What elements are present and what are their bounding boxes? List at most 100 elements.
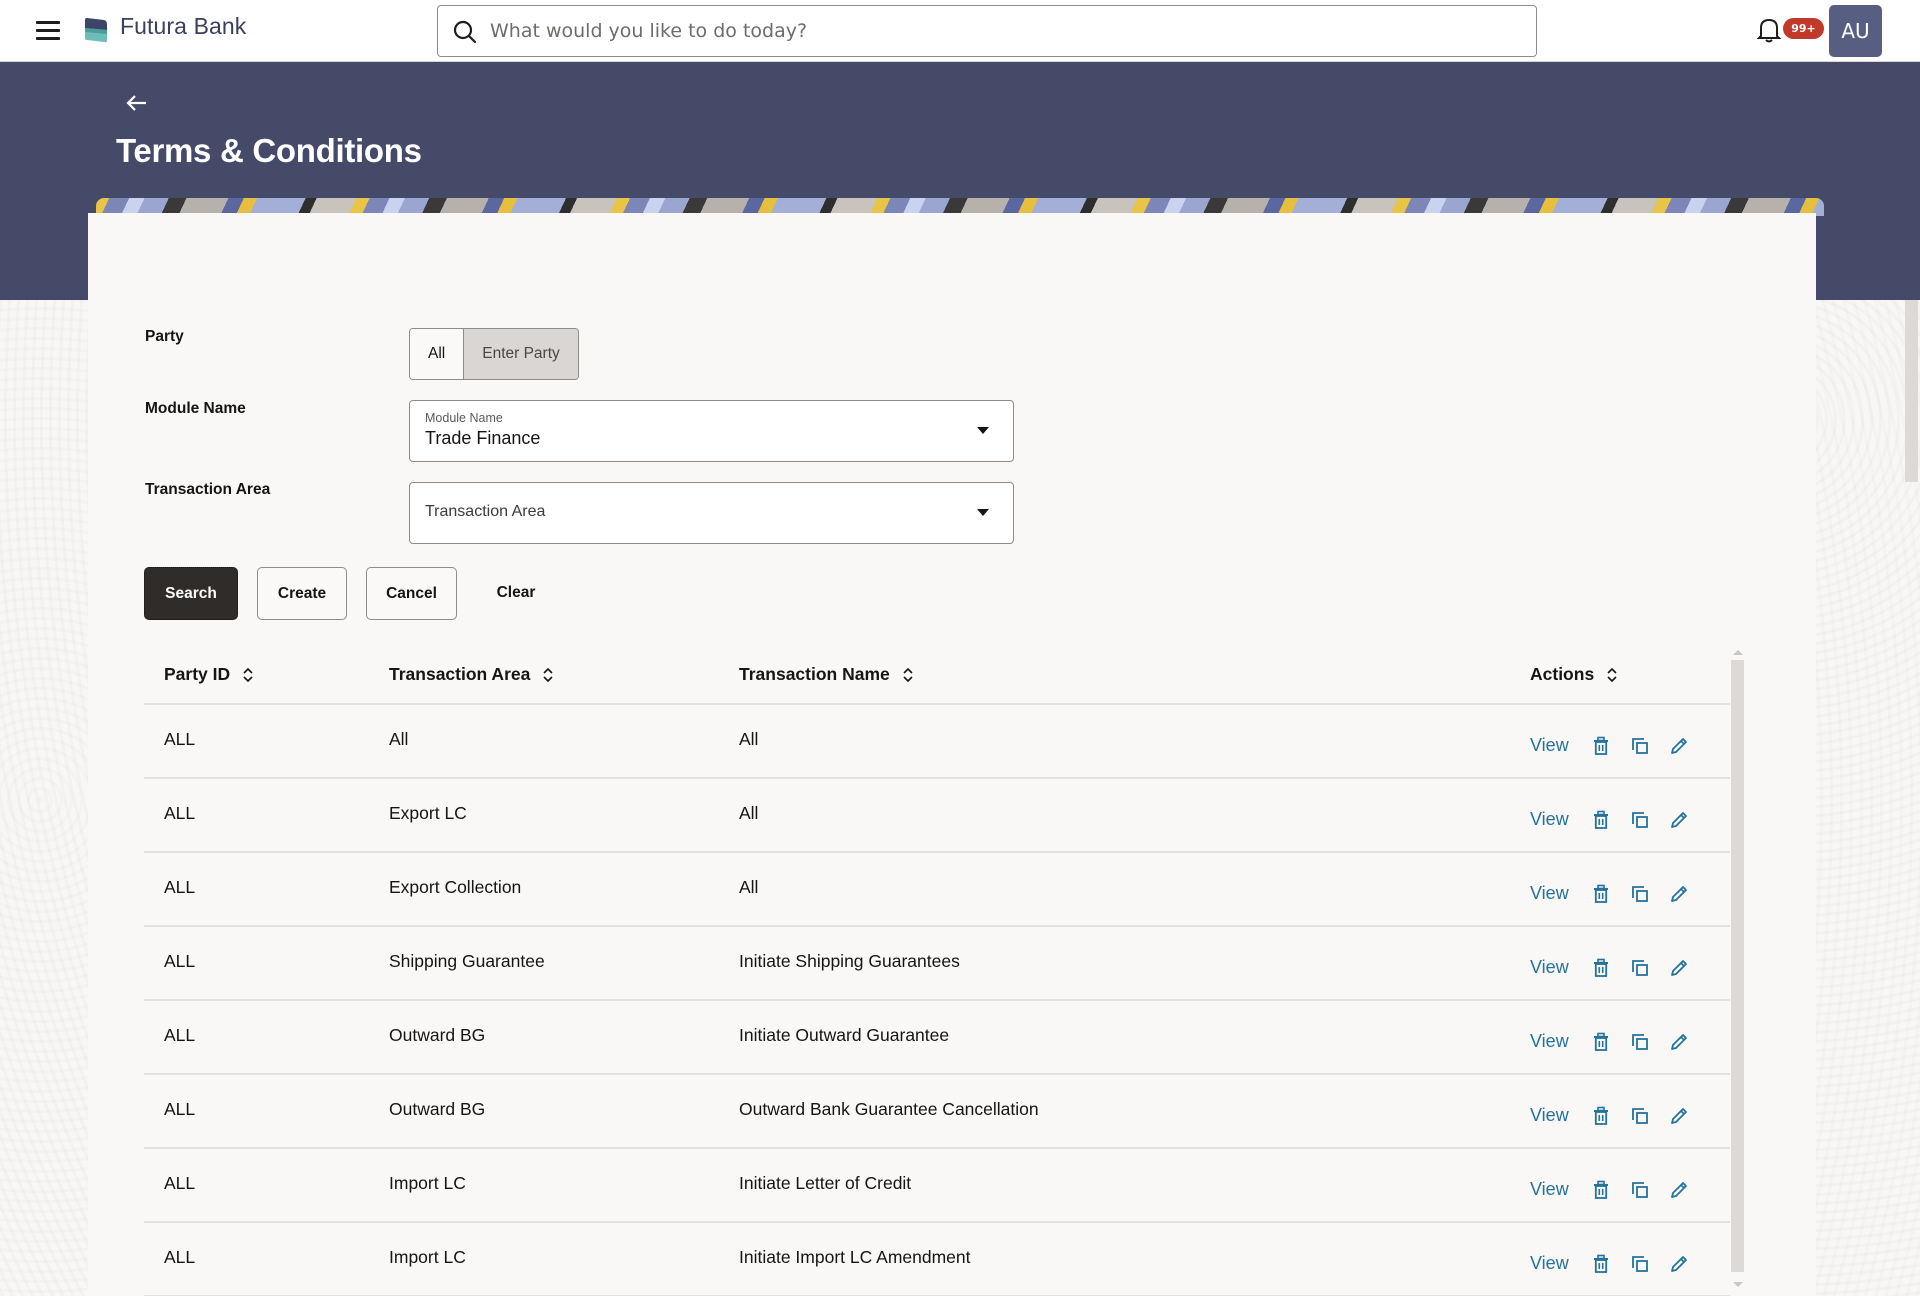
edit-pencil-icon[interactable] bbox=[1669, 1180, 1689, 1200]
row-actions: View bbox=[1530, 735, 1708, 756]
cell-party-id: ALL bbox=[164, 1025, 196, 1045]
transaction-area-select[interactable]: Transaction Area bbox=[409, 482, 1014, 544]
edit-pencil-icon[interactable] bbox=[1669, 884, 1689, 904]
global-search[interactable] bbox=[437, 5, 1537, 57]
party-toggle[interactable]: All Enter Party bbox=[409, 328, 579, 380]
search-input[interactable] bbox=[490, 6, 1520, 56]
row-actions: View bbox=[1530, 957, 1708, 978]
row-actions: View bbox=[1530, 1253, 1708, 1274]
row-actions: View bbox=[1530, 1105, 1708, 1126]
delete-icon[interactable] bbox=[1591, 1106, 1611, 1126]
copy-icon[interactable] bbox=[1630, 884, 1650, 904]
view-link[interactable]: View bbox=[1530, 1253, 1569, 1274]
cell-party-id: ALL bbox=[164, 1099, 196, 1119]
table-body: ALL All All View ALL Export LC All View … bbox=[144, 705, 1730, 1296]
clear-button[interactable]: Clear bbox=[480, 567, 552, 620]
back-arrow-icon[interactable] bbox=[124, 90, 150, 116]
delete-icon[interactable] bbox=[1591, 884, 1611, 904]
chevron-down-icon bbox=[977, 509, 989, 516]
cell-transaction-name: Initiate Shipping Guarantees bbox=[739, 951, 960, 971]
cell-transaction-name: Initiate Outward Guarantee bbox=[739, 1025, 950, 1045]
table-header: Party ID Transaction Area Transaction Na… bbox=[144, 650, 1730, 705]
edit-pencil-icon[interactable] bbox=[1669, 958, 1689, 978]
cell-transaction-area: Export Collection bbox=[389, 877, 522, 897]
table-row: ALL Export Collection All View bbox=[144, 853, 1730, 927]
sort-icon bbox=[543, 667, 553, 682]
copy-icon[interactable] bbox=[1630, 1254, 1650, 1274]
view-link[interactable]: View bbox=[1530, 809, 1569, 830]
brand-name[interactable]: Futura Bank bbox=[120, 13, 246, 40]
table-row: ALL Shipping Guarantee Initiate Shipping… bbox=[144, 927, 1730, 1001]
cell-transaction-name: All bbox=[739, 803, 759, 823]
party-option-enter-party[interactable]: Enter Party bbox=[463, 329, 578, 379]
column-header-label: Transaction Area bbox=[389, 664, 531, 684]
table-row: ALL Outward BG Initiate Outward Guarante… bbox=[144, 1001, 1730, 1075]
sort-icon bbox=[243, 667, 253, 682]
copy-icon[interactable] bbox=[1630, 1032, 1650, 1052]
table-scroll-up-icon[interactable] bbox=[1733, 650, 1743, 655]
row-actions: View bbox=[1530, 883, 1708, 904]
chevron-down-icon bbox=[977, 427, 989, 434]
page-scrollbar[interactable] bbox=[1905, 300, 1918, 482]
delete-icon[interactable] bbox=[1591, 1180, 1611, 1200]
user-avatar[interactable]: AU bbox=[1829, 5, 1882, 57]
notification-bell-icon[interactable] bbox=[1756, 16, 1782, 44]
search-button[interactable]: Search bbox=[144, 567, 238, 620]
notification-badge: 99+ bbox=[1783, 18, 1824, 39]
row-actions: View bbox=[1530, 1031, 1708, 1052]
column-header-label: Actions bbox=[1530, 664, 1595, 684]
view-link[interactable]: View bbox=[1530, 1179, 1569, 1200]
copy-icon[interactable] bbox=[1630, 1180, 1650, 1200]
view-link[interactable]: View bbox=[1530, 883, 1569, 904]
view-link[interactable]: View bbox=[1530, 735, 1569, 756]
view-link[interactable]: View bbox=[1530, 957, 1569, 978]
table-scroll-down-icon[interactable] bbox=[1733, 1282, 1743, 1287]
row-actions: View bbox=[1530, 1179, 1708, 1200]
column-header-transaction-area[interactable]: Transaction Area bbox=[389, 664, 554, 685]
delete-icon[interactable] bbox=[1591, 1032, 1611, 1052]
edit-pencil-icon[interactable] bbox=[1669, 810, 1689, 830]
module-name-float-label: Module Name bbox=[425, 411, 503, 425]
futura-bank-logo-icon[interactable] bbox=[82, 16, 110, 44]
cell-party-id: ALL bbox=[164, 803, 196, 823]
transaction-area-placeholder: Transaction Area bbox=[425, 503, 546, 520]
delete-icon[interactable] bbox=[1591, 1254, 1611, 1274]
party-option-all[interactable]: All bbox=[410, 329, 464, 379]
column-header-transaction-name[interactable]: Transaction Name bbox=[739, 664, 914, 685]
cell-transaction-area: All bbox=[389, 729, 409, 749]
cell-transaction-name: Initiate Import LC Amendment bbox=[739, 1247, 971, 1267]
column-header-actions[interactable]: Actions bbox=[1530, 664, 1618, 685]
copy-icon[interactable] bbox=[1630, 1106, 1650, 1126]
table-scrollbar[interactable] bbox=[1731, 660, 1744, 1272]
column-header-label: Transaction Name bbox=[739, 664, 890, 684]
copy-icon[interactable] bbox=[1630, 958, 1650, 978]
terms-conditions-table: Party ID Transaction Area Transaction Na… bbox=[144, 650, 1730, 1296]
edit-pencil-icon[interactable] bbox=[1669, 1106, 1689, 1126]
sort-icon bbox=[1607, 667, 1617, 682]
edit-pencil-icon[interactable] bbox=[1669, 1032, 1689, 1052]
cell-transaction-area: Import LC bbox=[389, 1247, 466, 1267]
table-row: ALL Import LC Initiate Letter of Credit … bbox=[144, 1149, 1730, 1223]
cancel-button[interactable]: Cancel bbox=[366, 567, 457, 620]
copy-icon[interactable] bbox=[1630, 736, 1650, 756]
delete-icon[interactable] bbox=[1591, 736, 1611, 756]
cell-party-id: ALL bbox=[164, 1247, 196, 1267]
table-row: ALL Import LC Initiate Import LC Amendme… bbox=[144, 1223, 1730, 1296]
create-button[interactable]: Create bbox=[257, 567, 347, 620]
row-actions: View bbox=[1530, 809, 1708, 830]
delete-icon[interactable] bbox=[1591, 958, 1611, 978]
cell-transaction-area: Import LC bbox=[389, 1173, 466, 1193]
delete-icon[interactable] bbox=[1591, 810, 1611, 830]
table-row: ALL All All View bbox=[144, 705, 1730, 779]
module-name-select[interactable]: Module Name Trade Finance bbox=[409, 400, 1014, 462]
view-link[interactable]: View bbox=[1530, 1105, 1569, 1126]
view-link[interactable]: View bbox=[1530, 1031, 1569, 1052]
cell-transaction-area: Outward BG bbox=[389, 1025, 486, 1045]
edit-pencil-icon[interactable] bbox=[1669, 736, 1689, 756]
cell-transaction-name: All bbox=[739, 729, 759, 749]
table-row: ALL Outward BG Outward Bank Guarantee Ca… bbox=[144, 1075, 1730, 1149]
column-header-party-id[interactable]: Party ID bbox=[164, 664, 254, 685]
copy-icon[interactable] bbox=[1630, 810, 1650, 830]
hamburger-menu-icon[interactable] bbox=[36, 20, 60, 40]
edit-pencil-icon[interactable] bbox=[1669, 1254, 1689, 1274]
